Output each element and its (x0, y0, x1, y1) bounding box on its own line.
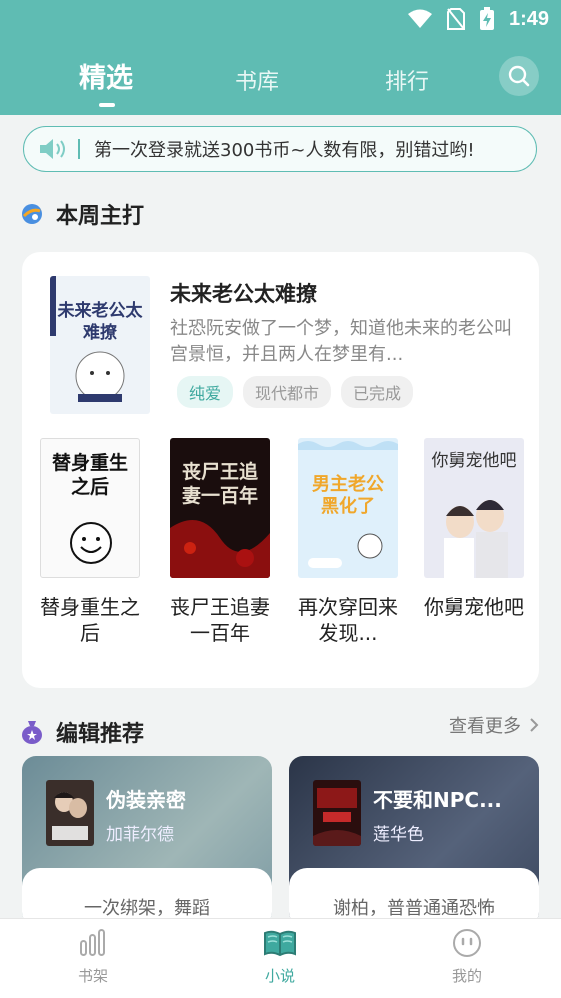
weekly-section-title: 本周主打 (56, 204, 145, 229)
book-cover: 丧尸王追妻一百年 (170, 438, 270, 578)
editor-book-author: 莲华色 (373, 825, 424, 845)
nav-bookshelf[interactable]: 书架 (43, 927, 143, 986)
status-bar: 1:49 (407, 6, 549, 32)
notice-banner[interactable]: 第一次登录就送300书币~人数有限，别错过哟! (23, 126, 537, 172)
bottom-nav: 书架 小说 我的 (0, 918, 561, 998)
editor-book-title: 不要和NPC... (373, 788, 502, 812)
search-button[interactable] (499, 56, 539, 96)
book-cover: 替身重生之后 (40, 438, 140, 578)
nav-profile[interactable]: 我的 (417, 927, 517, 986)
featured-cover-title: 未来老公太难撩 (57, 301, 143, 343)
bookshelf-icon (80, 929, 105, 956)
editor-book-title: 伪装亲密 (106, 788, 186, 812)
book-cover: 你舅宠他吧 (424, 438, 524, 578)
editor-book-author: 加菲尔德 (106, 825, 174, 845)
featured-book-tags: 纯爱 现代都市 已完成 (177, 376, 414, 408)
nav-label: 书架 (77, 967, 108, 985)
status-time: 1:49 (508, 7, 549, 30)
book-title: 替身重生之后 (40, 595, 140, 645)
book-cover-title: 男主老公黑化了 (312, 474, 384, 517)
editor-pick-card[interactable]: 不要和NPC... 莲华色 谢柏，普普通通恐怖 (289, 756, 539, 926)
top-bar: 1:49 精选 书库 排行 (0, 0, 561, 115)
book-item[interactable]: 替身重生之后 替身重生之后 (40, 438, 140, 646)
no-sim-icon (446, 8, 465, 30)
weekly-badge-icon (22, 204, 42, 224)
editor-section-header: 编辑推荐 (20, 716, 144, 748)
search-icon (508, 65, 530, 87)
editor-book-cover (46, 780, 94, 846)
book-title: 再次穿回来发现... (298, 595, 398, 645)
editor-badge-icon (22, 721, 42, 744)
chevron-right-icon (530, 718, 539, 732)
tag-genre[interactable]: 纯爱 (177, 376, 234, 408)
tag-status[interactable]: 已完成 (341, 376, 414, 408)
nav-label: 我的 (451, 967, 482, 985)
editor-book-cover (313, 780, 361, 846)
tab-ranking[interactable]: 排行 (385, 64, 429, 96)
weekly-card: 未来老公太难撩 未来老公太难撩 社恐阮安做了一个梦，知道他未来的老公叫宫景恒，并… (22, 252, 539, 688)
editor-pick-card[interactable]: 伪装亲密 加菲尔德 一次绑架，舞蹈 (22, 756, 272, 926)
tag-category[interactable]: 现代都市 (243, 376, 332, 408)
book-cover-title: 替身重生之后 (51, 452, 128, 498)
featured-book-cover[interactable]: 未来老公太难撩 (50, 276, 150, 414)
book-item[interactable]: 男主老公黑化了 再次穿回来发现... (298, 438, 398, 646)
featured-book-title[interactable]: 未来老公太难撩 (170, 278, 317, 308)
nav-novels[interactable]: 小说 (230, 927, 330, 986)
active-tab-indicator (99, 103, 115, 107)
view-more-link[interactable]: 查看更多 (449, 712, 539, 738)
battery-charging-icon (479, 7, 494, 30)
book-item[interactable]: 丧尸王追妻一百年 丧尸王追妻一百年 (170, 438, 270, 646)
nav-label: 小说 (264, 967, 295, 985)
book-title: 丧尸王追妻一百年 (170, 595, 270, 645)
featured-book-description: 社恐阮安做了一个梦，知道他未来的老公叫宫景恒，并且两人在梦里有... (170, 318, 512, 365)
top-tabs: 精选 书库 排行 (0, 58, 561, 108)
tab-featured[interactable]: 精选 (79, 56, 133, 95)
wifi-icon (407, 9, 432, 28)
book-cover: 男主老公黑化了 (298, 438, 398, 578)
notice-divider (78, 139, 80, 159)
book-cover-title: 你舅宠他吧 (431, 451, 517, 471)
speaker-icon (38, 137, 70, 161)
book-open-icon (264, 930, 296, 957)
book-title: 你舅宠他吧 (424, 595, 524, 619)
profile-icon (453, 929, 481, 957)
book-cover-title: 丧尸王追妻一百年 (181, 461, 258, 507)
notice-text: 第一次登录就送300书币~人数有限，别错过哟! (94, 140, 475, 161)
weekly-section-header: 本周主打 (20, 198, 144, 230)
editor-section-title: 编辑推荐 (56, 722, 145, 747)
tab-library[interactable]: 书库 (235, 64, 279, 96)
view-more-label: 查看更多 (449, 716, 521, 737)
book-item[interactable]: 你舅宠他吧 你舅宠他吧 (424, 438, 524, 620)
